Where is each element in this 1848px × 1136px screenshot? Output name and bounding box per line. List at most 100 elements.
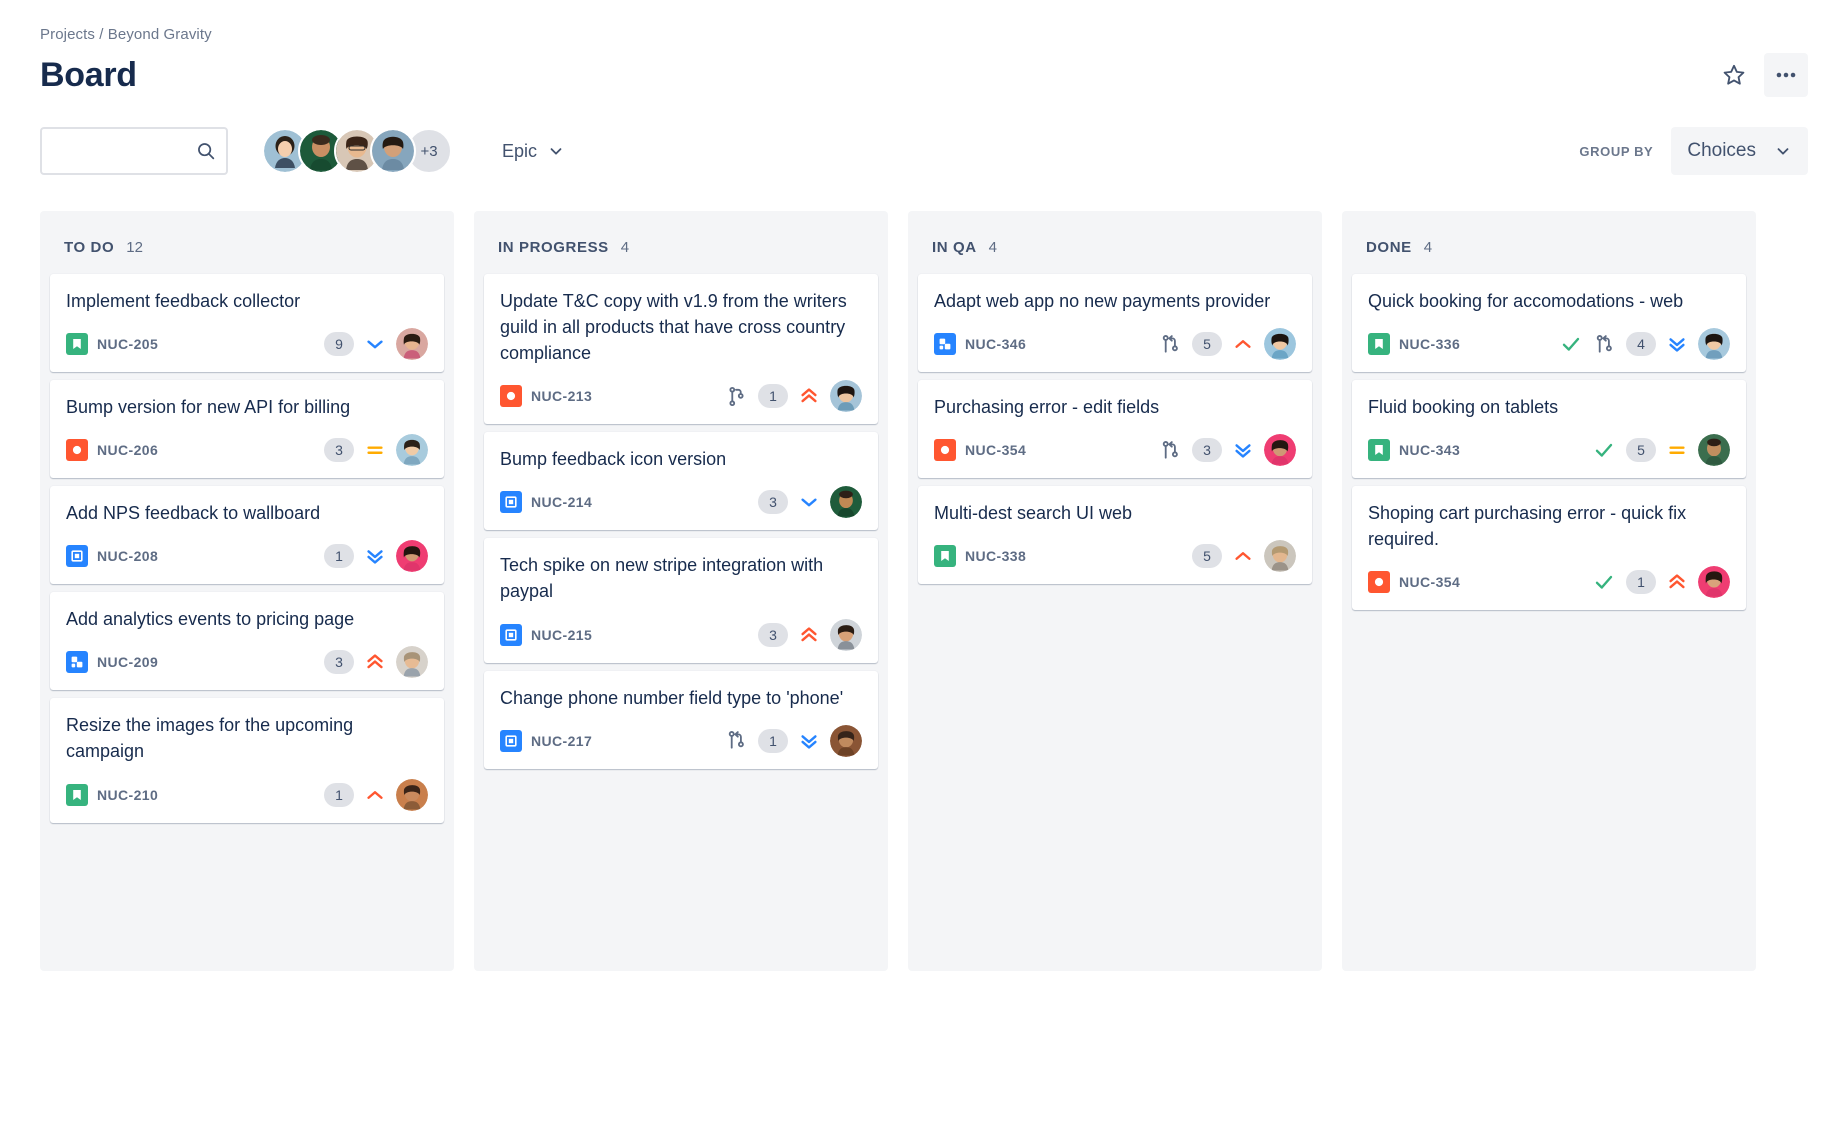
column-count: 4: [621, 239, 629, 256]
column-title: IN QA: [932, 239, 977, 256]
issue-card[interactable]: Add NPS feedback to wallboardNUC-2081: [50, 486, 444, 584]
board-page: Projects / Beyond Gravity Board: [0, 0, 1848, 175]
issue-card-title: Bump version for new API for billing: [66, 394, 428, 420]
issue-card-title: Add analytics events to pricing page: [66, 606, 428, 632]
issue-card-meta: 3: [1159, 434, 1296, 466]
priority-high-icon: [1666, 571, 1688, 593]
assignee-avatar[interactable]: [396, 434, 428, 466]
issue-card[interactable]: Update T&C copy with v1.9 from the write…: [484, 274, 878, 424]
priority-medium-icon: [1666, 439, 1688, 461]
breadcrumb[interactable]: Projects / Beyond Gravity: [40, 26, 1808, 43]
issue-card[interactable]: Implement feedback collectorNUC-2059: [50, 274, 444, 372]
issue-key[interactable]: NUC-214: [531, 494, 592, 510]
assignee-avatar[interactable]: [396, 540, 428, 572]
issue-card-title: Adapt web app no new payments provider: [934, 288, 1296, 314]
column-title: IN PROGRESS: [498, 239, 609, 256]
assignee-avatar[interactable]: [396, 646, 428, 678]
issue-card[interactable]: Add analytics events to pricing page NUC-…: [50, 592, 444, 690]
issue-card[interactable]: Multi-dest search UI web NUC-338 5: [918, 486, 1312, 584]
issue-card[interactable]: Tech spike on new stripe integration wit…: [484, 538, 878, 662]
done-check-icon: [1559, 332, 1583, 356]
assignee-avatar[interactable]: [830, 619, 862, 651]
issue-key[interactable]: NUC-208: [97, 548, 158, 564]
assignee-avatar[interactable]: [1698, 434, 1730, 466]
issue-card[interactable]: Bump feedback icon version NUC-214 3: [484, 432, 878, 530]
issue-card[interactable]: Adapt web app no new payments provider NU…: [918, 274, 1312, 372]
assignee-avatar-group[interactable]: +3: [262, 128, 452, 174]
issue-key[interactable]: NUC-354: [1399, 574, 1460, 590]
priority-highest-icon: [1232, 333, 1254, 355]
priority-highest-icon: [364, 784, 386, 806]
issue-card-footer: NUC-2131: [500, 380, 862, 412]
title-row: Board: [40, 53, 1808, 97]
issue-card-meta: 1: [324, 540, 428, 572]
assignee-avatar[interactable]: [830, 725, 862, 757]
assignee-avatar[interactable]: [396, 779, 428, 811]
issue-key[interactable]: NUC-343: [1399, 442, 1460, 458]
estimate-badge: 5: [1192, 544, 1222, 568]
search-box[interactable]: [40, 127, 228, 175]
assignee-avatar[interactable]: [1698, 566, 1730, 598]
issue-key[interactable]: NUC-336: [1399, 336, 1460, 352]
issue-card[interactable]: Quick booking for accomodations - web NUC…: [1352, 274, 1746, 372]
assignee-avatar[interactable]: [1698, 328, 1730, 360]
issue-card-meta: 3: [758, 619, 862, 651]
epic-filter-label: Epic: [502, 141, 537, 162]
priority-high-icon: [798, 385, 820, 407]
issue-card[interactable]: Resize the images for the upcoming campa…: [50, 698, 444, 822]
priority-lowest-icon: [1232, 439, 1254, 461]
issue-card[interactable]: Fluid booking on tabletsNUC-3435: [1352, 380, 1746, 478]
priority-lowest-icon: [1666, 333, 1688, 355]
epic-filter-dropdown[interactable]: Epic: [492, 133, 575, 170]
estimate-badge: 3: [324, 650, 354, 674]
page-title: Board: [40, 56, 137, 95]
issue-card[interactable]: Change phone number field type to 'phone…: [484, 671, 878, 769]
assignee-avatar[interactable]: [1264, 434, 1296, 466]
issue-card-meta: 3: [758, 486, 862, 518]
pull-request-icon: [1159, 333, 1182, 356]
issue-card-title: Bump feedback icon version: [500, 446, 862, 472]
issue-card-meta: 5: [1592, 434, 1730, 466]
priority-low-icon: [364, 333, 386, 355]
assignee-avatar[interactable]: [1264, 328, 1296, 360]
issue-key[interactable]: NUC-205: [97, 336, 158, 352]
board-toolbar: +3 Epic GROUP BY Choices: [40, 127, 1808, 175]
chevron-down-icon: [1774, 142, 1792, 160]
issue-card[interactable]: Shoping cart purchasing error - quick fi…: [1352, 486, 1746, 610]
column-title: DONE: [1366, 239, 1412, 256]
star-icon[interactable]: [1712, 53, 1756, 97]
assignee-avatar[interactable]: [830, 380, 862, 412]
issue-card-meta: 1: [725, 725, 862, 757]
issue-key[interactable]: NUC-346: [965, 336, 1026, 352]
title-actions: [1712, 53, 1808, 97]
issue-key[interactable]: NUC-354: [965, 442, 1026, 458]
assignee-avatar[interactable]: [1264, 540, 1296, 572]
estimate-badge: 3: [758, 623, 788, 647]
issue-key[interactable]: NUC-209: [97, 654, 158, 670]
estimate-badge: 1: [324, 783, 354, 807]
avatar[interactable]: [370, 128, 416, 174]
issue-card-title: Quick booking for accomodations - web: [1368, 288, 1730, 314]
issue-key[interactable]: NUC-213: [531, 388, 592, 404]
issue-key[interactable]: NUC-217: [531, 733, 592, 749]
board-column-in-qa: IN QA4Adapt web app no new payments prov…: [908, 211, 1322, 971]
issue-card-title: Multi-dest search UI web: [934, 500, 1296, 526]
group-by-value: Choices: [1687, 140, 1756, 162]
issue-key[interactable]: NUC-338: [965, 548, 1026, 564]
assignee-avatar[interactable]: [396, 328, 428, 360]
issue-card[interactable]: Bump version for new API for billing NUC-…: [50, 380, 444, 478]
issue-card-footer: NUC-2059: [66, 328, 428, 360]
more-actions-icon[interactable]: [1764, 53, 1808, 97]
issue-key[interactable]: NUC-210: [97, 787, 158, 803]
issue-card-footer: NUC-217 1: [500, 725, 862, 757]
issue-key[interactable]: NUC-206: [97, 442, 158, 458]
issue-card-footer: NUC-338 5: [934, 540, 1296, 572]
assignee-avatar[interactable]: [830, 486, 862, 518]
priority-highest-icon: [1232, 545, 1254, 567]
issue-card-footer: NUC-354 3: [934, 434, 1296, 466]
issue-card-title: Update T&C copy with v1.9 from the write…: [500, 288, 862, 366]
group-by-dropdown[interactable]: Choices: [1671, 127, 1808, 175]
issue-card-footer: NUC-3364: [1368, 328, 1730, 360]
issue-key[interactable]: NUC-215: [531, 627, 592, 643]
issue-card[interactable]: Purchasing error - edit fieldsNUC-3543: [918, 380, 1312, 478]
